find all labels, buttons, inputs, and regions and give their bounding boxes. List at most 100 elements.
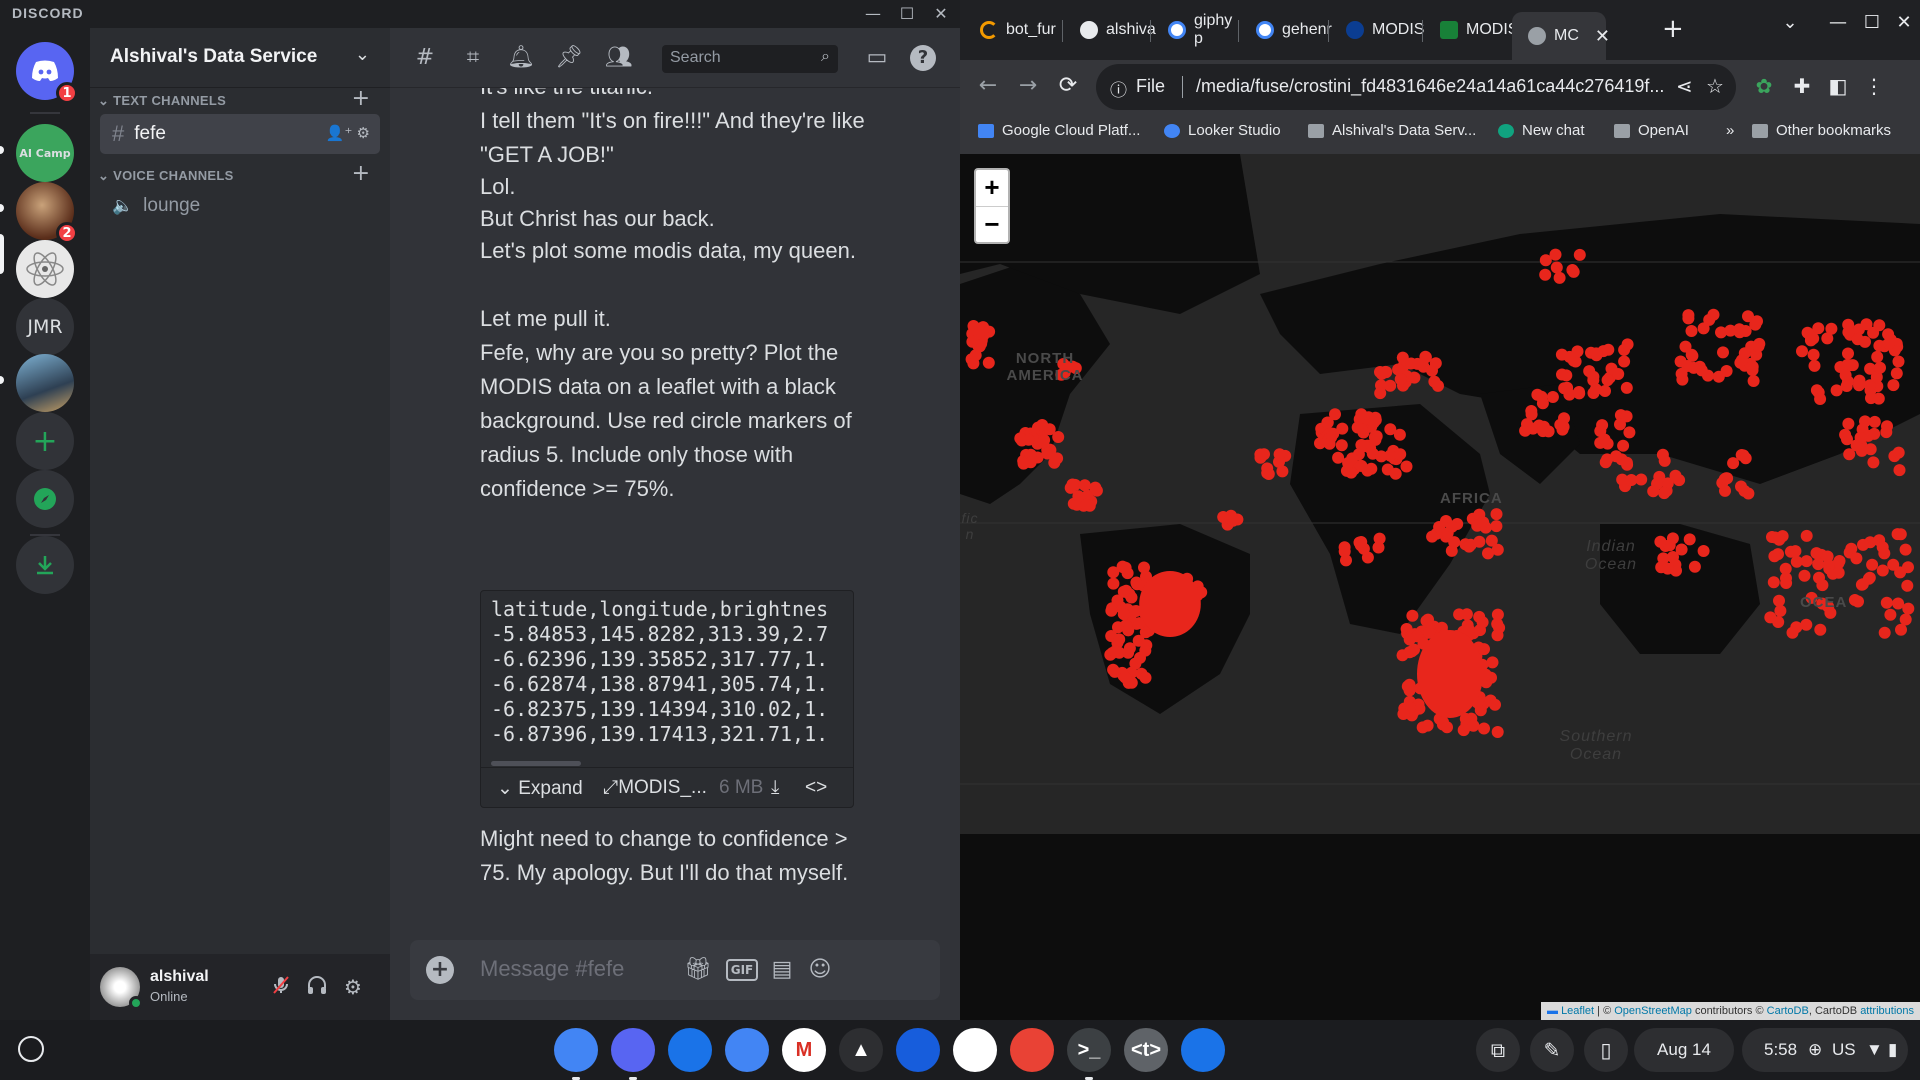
fire-marker[interactable] [1428,375,1441,388]
fire-marker[interactable] [1489,698,1501,711]
fire-marker[interactable] [1601,437,1614,450]
fire-marker[interactable] [1621,458,1634,471]
zoom-in-button[interactable]: + [976,170,1008,206]
fire-marker[interactable] [1625,474,1638,486]
fire-marker[interactable] [1893,464,1906,477]
close-button[interactable]: ✕ [1886,12,1920,33]
tab-giphy[interactable]: giphy p [1152,10,1236,50]
fire-marker[interactable] [1887,558,1900,571]
explore-servers-button[interactable] [16,470,74,528]
fire-marker[interactable] [1122,624,1135,637]
fire-marker[interactable] [1653,470,1666,483]
fire-marker[interactable] [1473,610,1486,623]
fire-marker[interactable] [1724,324,1737,337]
fire-marker[interactable] [1717,346,1729,359]
fire-marker[interactable] [1821,550,1834,563]
fire-marker[interactable] [1037,435,1050,448]
text-channels-category[interactable]: ⌄ TEXT CHANNELS [98,93,226,109]
guild-server-5[interactable] [16,354,74,412]
fire-marker[interactable] [1379,365,1392,378]
fire-marker[interactable] [1610,450,1623,463]
fire-marker[interactable] [1554,418,1567,431]
fire-marker[interactable] [1617,439,1630,452]
back-button[interactable]: ← [970,68,1006,104]
screen-capture-icon[interactable]: ⧉ [1476,1028,1520,1072]
fire-marker[interactable] [1853,379,1865,392]
fire-marker[interactable] [1446,520,1459,533]
tab-modis-nasa[interactable]: MODIS [1330,10,1424,50]
fire-marker[interactable] [1780,577,1793,589]
fire-marker[interactable] [1880,426,1893,439]
fire-marker[interactable] [1812,322,1825,335]
fire-marker[interactable] [1355,459,1368,472]
fire-marker[interactable] [1865,392,1877,405]
extensions-icon[interactable]: ✚ [1786,70,1818,102]
fire-marker[interactable] [1685,325,1698,337]
fire-marker[interactable] [1117,608,1130,621]
fire-marker[interactable] [1478,643,1490,656]
forward-button[interactable]: → [1010,68,1046,104]
fire-marker[interactable] [1041,447,1054,460]
fire-marker[interactable] [1860,318,1873,331]
bookmark-new-chat[interactable]: New chat [1498,122,1585,139]
fire-marker[interactable] [1373,532,1386,545]
fire-marker[interactable] [1254,448,1267,461]
fire-marker[interactable] [1014,432,1027,445]
channel-tools[interactable]: 👤⁺ ⚙ [326,124,370,142]
fire-marker[interactable] [1539,268,1552,281]
fire-marker[interactable] [1878,626,1891,639]
menu-icon[interactable]: ⋮ [1858,70,1890,102]
gift-icon[interactable]: 🎁︎ [682,954,714,986]
fire-marker[interactable] [1682,312,1695,325]
fire-marker[interactable] [1876,564,1889,577]
fire-marker[interactable] [1553,271,1566,284]
fire-marker[interactable] [1537,425,1549,438]
tab-map-active[interactable]: MC ✕ [1512,12,1610,60]
fire-marker[interactable] [1808,359,1821,372]
expand-button[interactable]: ⌄ Expand [497,777,583,800]
tab-bot-fur[interactable]: bot_fur [964,10,1060,50]
fire-marker[interactable] [1712,370,1725,383]
message-input[interactable]: Message #fefe [480,956,624,982]
fire-marker[interactable] [1119,561,1132,574]
fire-marker[interactable] [1563,350,1576,363]
fire-marker[interactable] [1406,609,1419,622]
fire-marker[interactable] [1467,719,1480,732]
fire-marker[interactable] [1654,535,1667,548]
download-icon[interactable]: ⤓ [771,777,779,799]
fire-marker[interactable] [1321,416,1334,429]
fire-marker[interactable] [1767,576,1780,589]
member-list-icon[interactable]: 👥︎ [604,43,634,73]
fire-marker[interactable] [1490,520,1503,533]
fire-marker[interactable] [1072,490,1085,503]
fire-marker[interactable] [1842,347,1854,360]
fire-marker[interactable] [1800,555,1813,568]
direct-messages-button[interactable]: 1 [16,42,78,104]
fire-marker[interactable] [1856,578,1869,591]
status-area[interactable]: 5:58 ⊕ US ▼ ▮ [1742,1028,1908,1072]
attributions-link[interactable]: attributions [1860,1005,1914,1017]
stylus-icon[interactable]: ✎ [1530,1028,1574,1072]
fire-marker[interactable] [1463,624,1476,636]
fire-marker[interactable] [1601,374,1614,387]
fire-marker[interactable] [1527,422,1539,435]
fire-marker[interactable] [1688,560,1701,573]
attachment-filename[interactable]: ⤢MODIS_... [603,777,707,799]
fire-marker[interactable] [1814,393,1827,405]
fire-marker[interactable] [1825,322,1838,335]
voice-channels-category[interactable]: ⌄ VOICE CHANNELS [98,168,234,184]
fire-marker[interactable] [1276,465,1289,478]
fire-marker[interactable] [1800,618,1813,631]
fire-marker[interactable] [1751,315,1763,328]
fire-marker[interactable] [1139,644,1152,657]
fire-marker[interactable] [1107,577,1120,590]
fire-marker[interactable] [1857,538,1869,551]
chrome-app-icon[interactable] [554,1028,598,1080]
fire-marker[interactable] [1774,604,1787,617]
fire-marker[interactable] [1902,602,1915,615]
fire-marker[interactable] [1394,373,1407,386]
fire-marker[interactable] [1573,248,1586,261]
fire-marker[interactable] [1773,594,1785,607]
fire-marker[interactable] [1587,370,1600,383]
fire-marker[interactable] [1351,421,1364,434]
